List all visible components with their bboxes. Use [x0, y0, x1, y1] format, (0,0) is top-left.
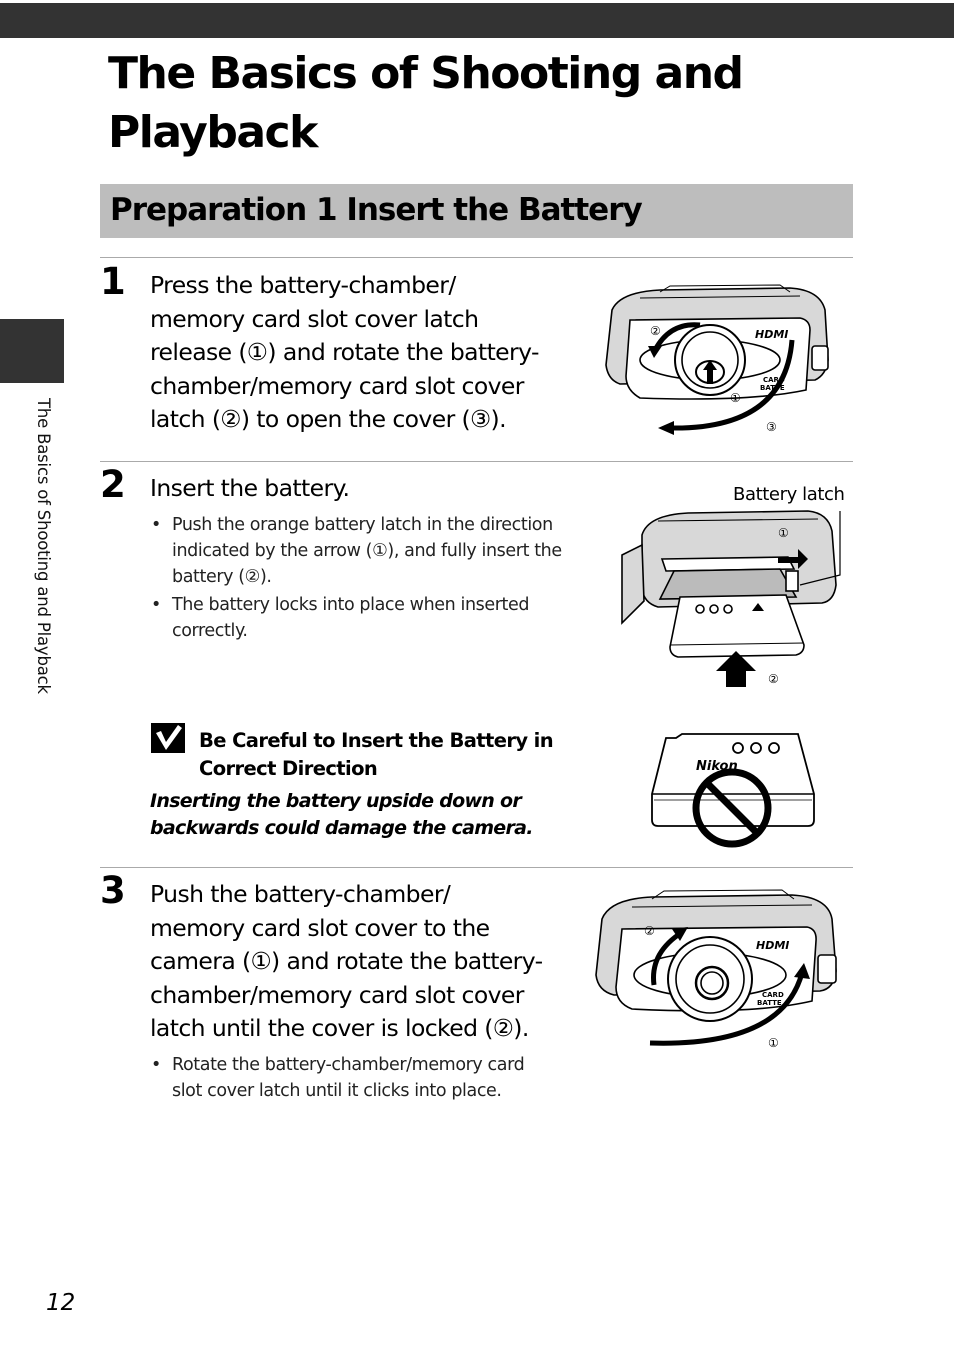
- step-text-line: memory card slot cover to the: [150, 913, 490, 942]
- step-text-line: release (①) and rotate the battery-: [150, 338, 539, 366]
- note-body-line: backwards could damage the camera.: [150, 817, 533, 839]
- step-instruction: Push the battery-chamber/ memory card sl…: [150, 878, 543, 1046]
- step-number: 3: [100, 869, 126, 912]
- open-arrow-icon: [658, 421, 674, 435]
- top-header-bar: [0, 3, 954, 38]
- section-heading-bar: Preparation 1 Insert the Battery: [100, 184, 853, 238]
- step-text-line: latch (②) to open the cover (③).: [150, 405, 507, 433]
- bullet-line: Push the orange battery latch in the dir…: [172, 515, 553, 535]
- page-title-line: The Basics of Shooting and: [108, 48, 744, 99]
- battery: [669, 594, 805, 658]
- check-box-icon: [151, 723, 185, 753]
- bullet-icon: •: [151, 515, 161, 535]
- step-instruction: Press the battery-chamber/ memory card s…: [150, 269, 539, 437]
- chapter-tab-marker: [0, 319, 64, 383]
- note-body-line: Inserting the battery upside down or: [150, 790, 522, 812]
- callout-1: ①: [768, 1036, 779, 1050]
- card-label: CARD: [762, 991, 784, 999]
- note-title: Be Careful to Insert the Battery in Corr…: [199, 727, 554, 783]
- battery-label: BATTE: [757, 999, 782, 1007]
- step-instruction: Insert the battery.: [150, 472, 350, 506]
- divider: [100, 867, 853, 868]
- bullet-line: battery (②).: [172, 567, 272, 587]
- step-number: 2: [100, 463, 126, 506]
- divider: [100, 257, 853, 258]
- wrong-battery-illustration: Nikon: [651, 733, 815, 848]
- bullet-icon: •: [151, 1055, 161, 1075]
- callout-2: ②: [768, 672, 779, 686]
- bullet-line: The battery locks into place when insert…: [172, 595, 530, 615]
- callout-1: ①: [778, 526, 789, 540]
- hdmi-label: HDMI: [755, 328, 788, 341]
- step-text-line: Insert the battery.: [150, 474, 350, 502]
- nikon-brand-label: Nikon: [696, 759, 738, 774]
- callout-2: ②: [644, 924, 655, 938]
- battery-insert-illustration: ① ②: [621, 510, 841, 687]
- bullet-line: correctly.: [172, 621, 248, 641]
- step-bullet-list: • Rotate the battery-chamber/memory card…: [150, 1052, 525, 1106]
- hdmi-label: HDMI: [756, 939, 789, 952]
- step-text-line: chamber/memory card slot cover: [150, 371, 524, 400]
- callout-1: ①: [730, 391, 741, 405]
- battery-latch-label: Battery latch: [733, 484, 845, 505]
- note-body: Inserting the battery upside down or bac…: [150, 788, 533, 842]
- callout-3: ③: [766, 420, 777, 434]
- page-title-line: Playback: [108, 107, 318, 158]
- step-bullet-list: • Push the orange battery latch in the d…: [150, 512, 562, 646]
- bullet-item: • The battery locks into place when inse…: [150, 592, 562, 644]
- page-title: The Basics of Shooting and Playback: [108, 44, 868, 162]
- section-title: Preparation 1 Insert the Battery: [110, 192, 643, 228]
- battery-label: BATTE: [760, 384, 785, 392]
- bullet-item: • Push the orange battery latch in the d…: [150, 512, 562, 590]
- bullet-item: • Rotate the battery-chamber/memory card…: [150, 1052, 525, 1104]
- note-title-line: Correct Direction: [199, 757, 378, 780]
- step-text-line: memory card slot cover latch: [150, 304, 479, 333]
- open-cover: [621, 543, 645, 625]
- step-text-line: chamber/memory card slot cover: [150, 980, 524, 1009]
- step-text-line: Push the battery-chamber/: [150, 880, 451, 908]
- note-title-line: Be Careful to Insert the Battery in: [199, 729, 554, 752]
- step-number: 1: [100, 260, 126, 303]
- bullet-line: indicated by the arrow (①), and fully in…: [172, 541, 562, 561]
- battery-latch: [785, 570, 799, 592]
- camera-open-cover-illustration: HDMI CARD BATTE ① ② ③: [605, 284, 829, 435]
- bullet-line: Rotate the battery-chamber/memory card: [172, 1055, 525, 1075]
- card-label: CARD: [763, 376, 785, 384]
- page-number: 12: [46, 1290, 76, 1316]
- camera-close-cover-illustration: HDMI CARD BATTE ① ②: [595, 889, 837, 1050]
- step-text-line: camera (①) and rotate the battery-: [150, 947, 543, 975]
- bullet-line: slot cover latch until it clicks into pl…: [172, 1081, 502, 1101]
- bullet-icon: •: [151, 595, 161, 615]
- divider: [100, 461, 853, 462]
- step-text-line: latch until the cover is locked (②).: [150, 1014, 529, 1042]
- callout-2: ②: [650, 324, 661, 338]
- step-text-line: Press the battery-chamber/: [150, 271, 456, 299]
- chapter-side-label: The Basics of Shooting and Playback: [34, 398, 53, 694]
